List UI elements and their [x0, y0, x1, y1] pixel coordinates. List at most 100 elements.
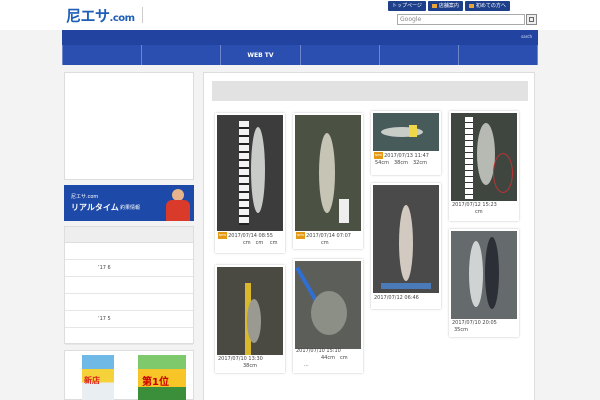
post-sizes: 35cm [454, 327, 468, 333]
catch-post-card[interactable]: 2017/07/10 15:10 44cm cm... [293, 259, 363, 373]
archive-item[interactable] [65, 328, 193, 345]
post-sizes: cm [475, 209, 483, 215]
archive-list: ’17 6 ’17 5 [64, 226, 194, 345]
catch-post-card[interactable]: 2017/07/12 15:23 cm [449, 111, 519, 221]
top-link-store[interactable]: 店舗案内 [427, 1, 463, 11]
post-caption: NEW 2017/07/14 08:55 cm cm cm [218, 232, 277, 247]
post-caption: NEW 2017/07/14 07:07 cm [296, 232, 351, 247]
archive-item[interactable]: ’17 5 [65, 311, 193, 328]
logo-suffix: .com [109, 13, 136, 24]
catch-post-card[interactable]: 2017/07/10 20:05 35cm [449, 229, 519, 337]
post-date: 2017/07/14 07:07 [306, 233, 351, 239]
tab-2[interactable] [142, 45, 222, 65]
tab-web-tv-label: WEB TV [247, 51, 274, 59]
post-caption: 2017/07/12 15:23 cm [452, 202, 497, 216]
magazine-cover-2-art: 第1位 [142, 377, 169, 388]
magazine-widget: 新店 第1位 [64, 350, 194, 400]
page: 尼エサ.com トップページ 店舗案内 初めての方へ Google sarch … [0, 0, 600, 400]
tab-6[interactable] [459, 45, 539, 65]
catch-photo [373, 113, 439, 151]
catch-photo [295, 261, 361, 349]
fish-image [251, 127, 265, 213]
banner-small-text: 尼エサ.com [71, 194, 99, 200]
measuring-tape [465, 117, 473, 199]
search-placeholder: Google [400, 16, 422, 23]
post-date: 2017/07/13 11:47 [384, 153, 429, 159]
fish-image [399, 205, 413, 281]
sidebar-widget [64, 72, 194, 180]
post-sizes: 38cm [243, 363, 257, 369]
top-link-home[interactable]: トップページ [388, 1, 426, 11]
post-caption: 2017/07/10 20:05 35cm [452, 320, 497, 334]
fish-image-2 [485, 237, 499, 309]
new-badge: NEW [218, 232, 228, 239]
staff-body-image [166, 200, 190, 221]
top-link-beginner-label: 初めての方へ [475, 3, 506, 9]
tab-web-tv[interactable]: WEB TV [221, 45, 301, 65]
catch-post-card[interactable]: 2017/07/12 06:46 [371, 183, 441, 309]
post-date: 2017/07/12 15:23 [452, 202, 497, 208]
top-link-beginner[interactable]: 初めての方へ [464, 1, 510, 11]
catch-photo [217, 267, 283, 355]
post-date: 2017/07/10 20:05 [452, 320, 497, 326]
tab-5[interactable] [380, 45, 459, 65]
logo-divider [142, 7, 143, 23]
nav-bar: sarch [62, 30, 538, 45]
banner-title: リアルタイム [71, 203, 119, 212]
top-link-store-label: 店舗案内 [438, 3, 459, 9]
archive-item[interactable] [65, 243, 193, 260]
magazine-cover-1-art: 新店 [84, 376, 100, 385]
magazine-cover-2[interactable]: 第1位 [138, 355, 186, 400]
archive-item[interactable] [65, 294, 193, 311]
archive-item[interactable]: ’17 6 [65, 260, 193, 277]
catch-post-card[interactable]: NEW 2017/07/14 07:07 cm [293, 113, 363, 249]
catch-post-card[interactable]: NEW 2017/07/13 11:47 54cm 38cm 32cm [371, 111, 441, 175]
post-sizes: cm cm cm [243, 240, 278, 246]
lure [409, 125, 417, 137]
catch-post-card[interactable]: NEW 2017/07/14 08:55 cm cm cm [215, 113, 285, 253]
catch-photo [451, 231, 517, 319]
beginner-icon [468, 4, 474, 8]
measuring-tape [239, 121, 249, 225]
site-logo[interactable]: 尼エサ.com [66, 5, 135, 26]
content-title-bar [212, 81, 528, 101]
search-button[interactable] [526, 14, 537, 25]
main-content: NEW 2017/07/14 08:55 cm cm cm 2017/07/10 1… [203, 72, 535, 400]
new-badge: NEW [374, 152, 384, 159]
archive-item[interactable] [65, 277, 193, 294]
post-sizes: cm [321, 240, 329, 246]
main-tabs: WEB TV [62, 45, 539, 65]
archive-item-label: ’17 5 [98, 316, 111, 322]
logo-text: 尼エサ [66, 7, 110, 25]
archive-item-label: ’17 6 [98, 265, 111, 271]
catch-photo [295, 115, 361, 231]
magazine-cover-1[interactable]: 新店 [82, 355, 114, 400]
nav-small-text[interactable]: sarch [521, 34, 532, 39]
search-input[interactable]: Google [397, 14, 525, 25]
fish-image [247, 299, 261, 343]
post-sizes: 54cm 38cm 32cm [375, 160, 427, 166]
post-date: 2017/07/10 15:10 [296, 348, 341, 354]
post-caption: 2017/07/10 15:10 44cm cm... [296, 348, 348, 369]
post-sizes: 44cm cm [321, 355, 348, 361]
new-badge: NEW [296, 232, 306, 239]
search-icon [529, 17, 534, 22]
catch-photo [451, 113, 517, 201]
store-icon [431, 4, 437, 8]
top-link-home-label: トップページ [392, 3, 422, 9]
tab-1[interactable] [62, 45, 143, 65]
post-caption: NEW 2017/07/13 11:47 54cm 38cm 32cm [374, 152, 429, 167]
fishing-line [493, 153, 513, 193]
post-more: ... [304, 362, 309, 368]
post-date: 2017/07/10 13:30 [218, 356, 263, 362]
fish-image [469, 241, 483, 307]
top-links: トップページ 店舗案内 初めての方へ [388, 1, 510, 11]
measure-card [339, 199, 349, 223]
catch-post-card[interactable]: 2017/07/10 13:30 38cm [215, 265, 285, 373]
archive-header [65, 227, 193, 243]
post-date: 2017/07/12 06:46 [374, 295, 419, 301]
measuring-tape [381, 283, 431, 289]
post-caption: 2017/07/12 06:46 [374, 295, 419, 302]
tab-4[interactable] [301, 45, 380, 65]
realtime-report-banner[interactable]: 尼エサ.com リアルタイム 釣果情報 [64, 185, 194, 221]
